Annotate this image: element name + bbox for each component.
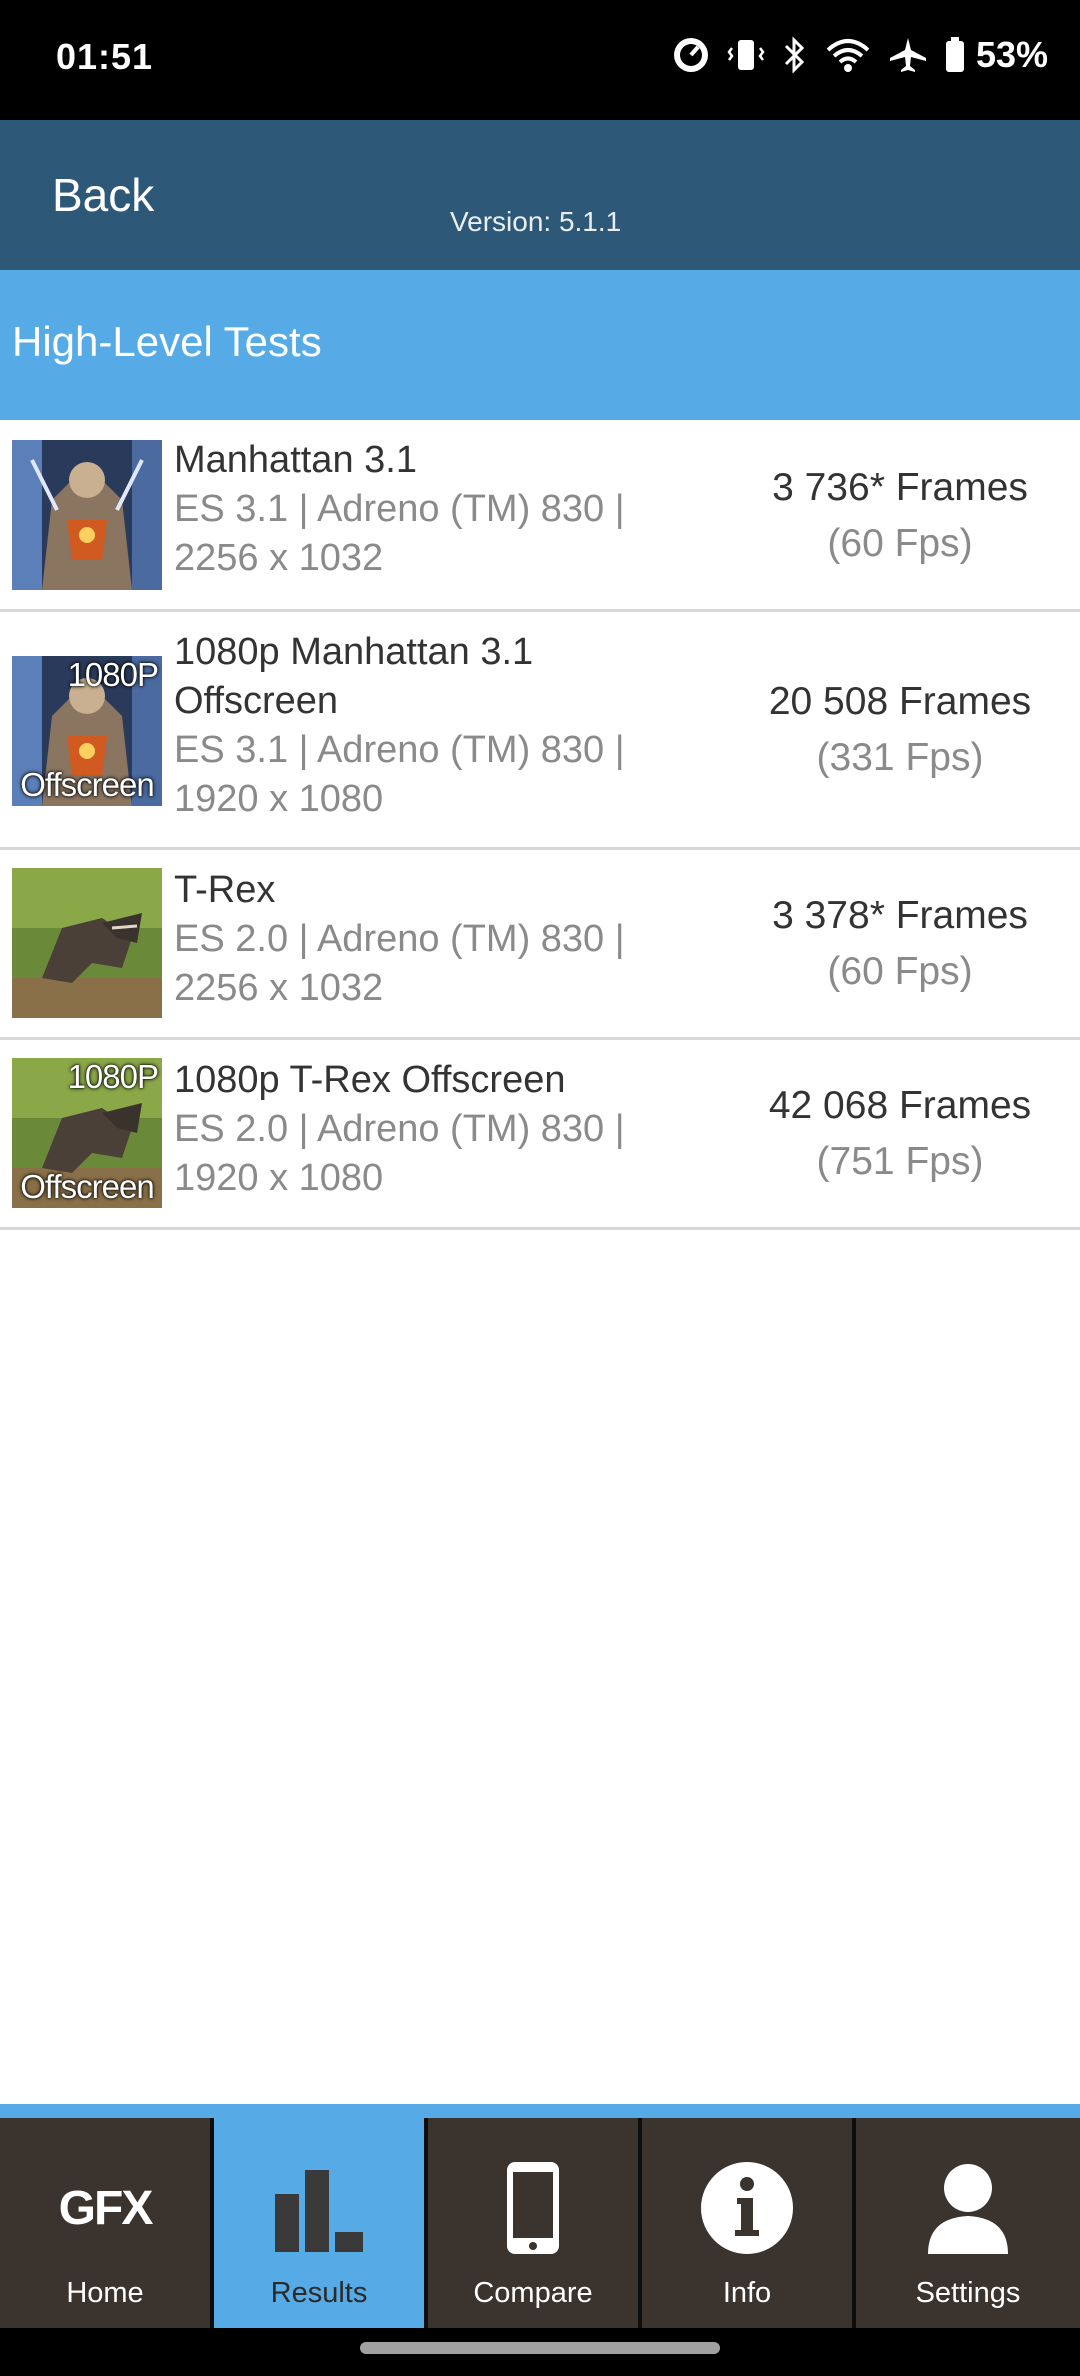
thumb-resolution-label: 1080P — [67, 656, 159, 693]
status-bar: 01:51 53% — [0, 0, 1080, 120]
test-detail: ES 2.0 | Adreno (TM) 830 | 1920 x 1080 — [174, 1108, 625, 1199]
test-row-trex-offscreen[interactable]: 1080P Offscreen 1080p T-Rex Offscreen ES… — [0, 1040, 1080, 1230]
thumb-offscreen-label: Offscreen — [20, 1168, 154, 1205]
phone-icon — [428, 2158, 638, 2258]
app-header: Back Version: 5.1.1 — [0, 120, 1080, 270]
wifi-icon — [824, 36, 872, 74]
nav-home[interactable]: GFX Home — [0, 2118, 214, 2328]
status-icons: 53% — [672, 34, 1048, 76]
nav-info-label: Info — [722, 2277, 772, 2309]
test-name: 1080p Manhattan 3.1 Offscreen — [174, 631, 534, 722]
nav-settings-label: Settings — [915, 2277, 1021, 2309]
score-fps: (60 Fps) — [827, 950, 973, 993]
test-info: 1080p T-Rex Offscreen ES 2.0 | Adreno (T… — [174, 1056, 694, 1203]
bar-chart-icon — [214, 2158, 424, 2258]
home-gesture-handle[interactable] — [360, 2342, 720, 2354]
nav-results-label: Results — [270, 2277, 368, 2309]
battery-percent: 53% — [975, 34, 1048, 75]
test-detail: ES 2.0 | Adreno (TM) 830 | 2256 x 1032 — [174, 918, 625, 1009]
test-info: 1080p Manhattan 3.1 Offscreen ES 3.1 | A… — [174, 628, 694, 824]
trex-offscreen-thumbnail: 1080P Offscreen — [12, 1058, 162, 1208]
test-name: Manhattan 3.1 — [174, 439, 417, 481]
thumb-resolution-label: 1080P — [67, 1058, 159, 1095]
test-detail: ES 3.1 | Adreno (TM) 830 | 2256 x 1032 — [174, 488, 625, 579]
section-title: High-Level Tests — [12, 318, 322, 365]
score-frames: 20 508 Frames — [768, 680, 1032, 723]
test-row-manhattan-offscreen[interactable]: 1080P Offscreen 1080p Manhattan 3.1 Offs… — [0, 612, 1080, 850]
trex-thumbnail — [12, 868, 162, 1018]
test-row-trex[interactable]: T-Rex ES 2.0 | Adreno (TM) 830 | 2256 x … — [0, 850, 1080, 1040]
thumb-offscreen-label: Offscreen — [20, 766, 154, 803]
nav-compare[interactable]: Compare — [428, 2118, 642, 2328]
gfx-logo-text: GFX — [58, 2181, 154, 2235]
nav-results[interactable]: Results — [214, 2118, 428, 2328]
test-detail: ES 3.1 | Adreno (TM) 830 | 1920 x 1080 — [174, 729, 625, 820]
score-fps: (331 Fps) — [816, 736, 984, 779]
nav-compare-label: Compare — [473, 2277, 593, 2309]
manhattan-offscreen-thumbnail: 1080P Offscreen — [12, 656, 162, 806]
score-fps: (751 Fps) — [816, 1140, 984, 1183]
airplane-icon — [888, 36, 928, 74]
test-name: 1080p T-Rex Offscreen — [174, 1059, 566, 1101]
back-button[interactable]: Back — [52, 168, 154, 222]
score-frames: 42 068 Frames — [768, 1084, 1032, 1127]
user-icon — [856, 2158, 1080, 2258]
gfx-logo-icon: GFX — [0, 2158, 210, 2258]
score-frames: 3 378* Frames — [772, 894, 1028, 937]
test-info: Manhattan 3.1 ES 3.1 | Adreno (TM) 830 |… — [174, 436, 694, 583]
nav-info[interactable]: Info — [642, 2118, 856, 2328]
system-nav-bar — [0, 2328, 1080, 2376]
score-fps: (60 Fps) — [827, 522, 973, 565]
test-score: 20 508 Frames (331 Fps) — [720, 674, 1080, 786]
section-header: High-Level Tests — [0, 270, 1080, 420]
version-label: Version: 5.1.1 — [450, 206, 622, 237]
info-icon — [642, 2158, 852, 2258]
test-info: T-Rex ES 2.0 | Adreno (TM) 830 | 2256 x … — [174, 866, 694, 1013]
test-score: 42 068 Frames (751 Fps) — [720, 1078, 1080, 1190]
manhattan-thumbnail — [12, 440, 162, 590]
status-time: 01:51 — [56, 36, 154, 77]
nav-home-label: Home — [66, 2277, 144, 2309]
bluetooth-icon — [782, 36, 808, 74]
test-list: Manhattan 3.1 ES 3.1 | Adreno (TM) 830 |… — [0, 420, 1080, 1230]
test-score: 3 378* Frames (60 Fps) — [720, 888, 1080, 1000]
nav-settings[interactable]: Settings — [856, 2118, 1080, 2328]
score-frames: 3 736* Frames — [772, 466, 1028, 509]
bottom-nav: GFX Home Results Compare Info Settings — [0, 2118, 1080, 2328]
test-name: T-Rex — [174, 869, 276, 911]
bottom-nav-accent — [0, 2104, 1080, 2118]
battery-icon — [944, 36, 966, 74]
test-row-manhattan[interactable]: Manhattan 3.1 ES 3.1 | Adreno (TM) 830 |… — [0, 420, 1080, 612]
vibrate-icon — [726, 36, 766, 74]
test-score: 3 736* Frames (60 Fps) — [720, 460, 1080, 572]
speedometer-icon — [672, 36, 710, 74]
